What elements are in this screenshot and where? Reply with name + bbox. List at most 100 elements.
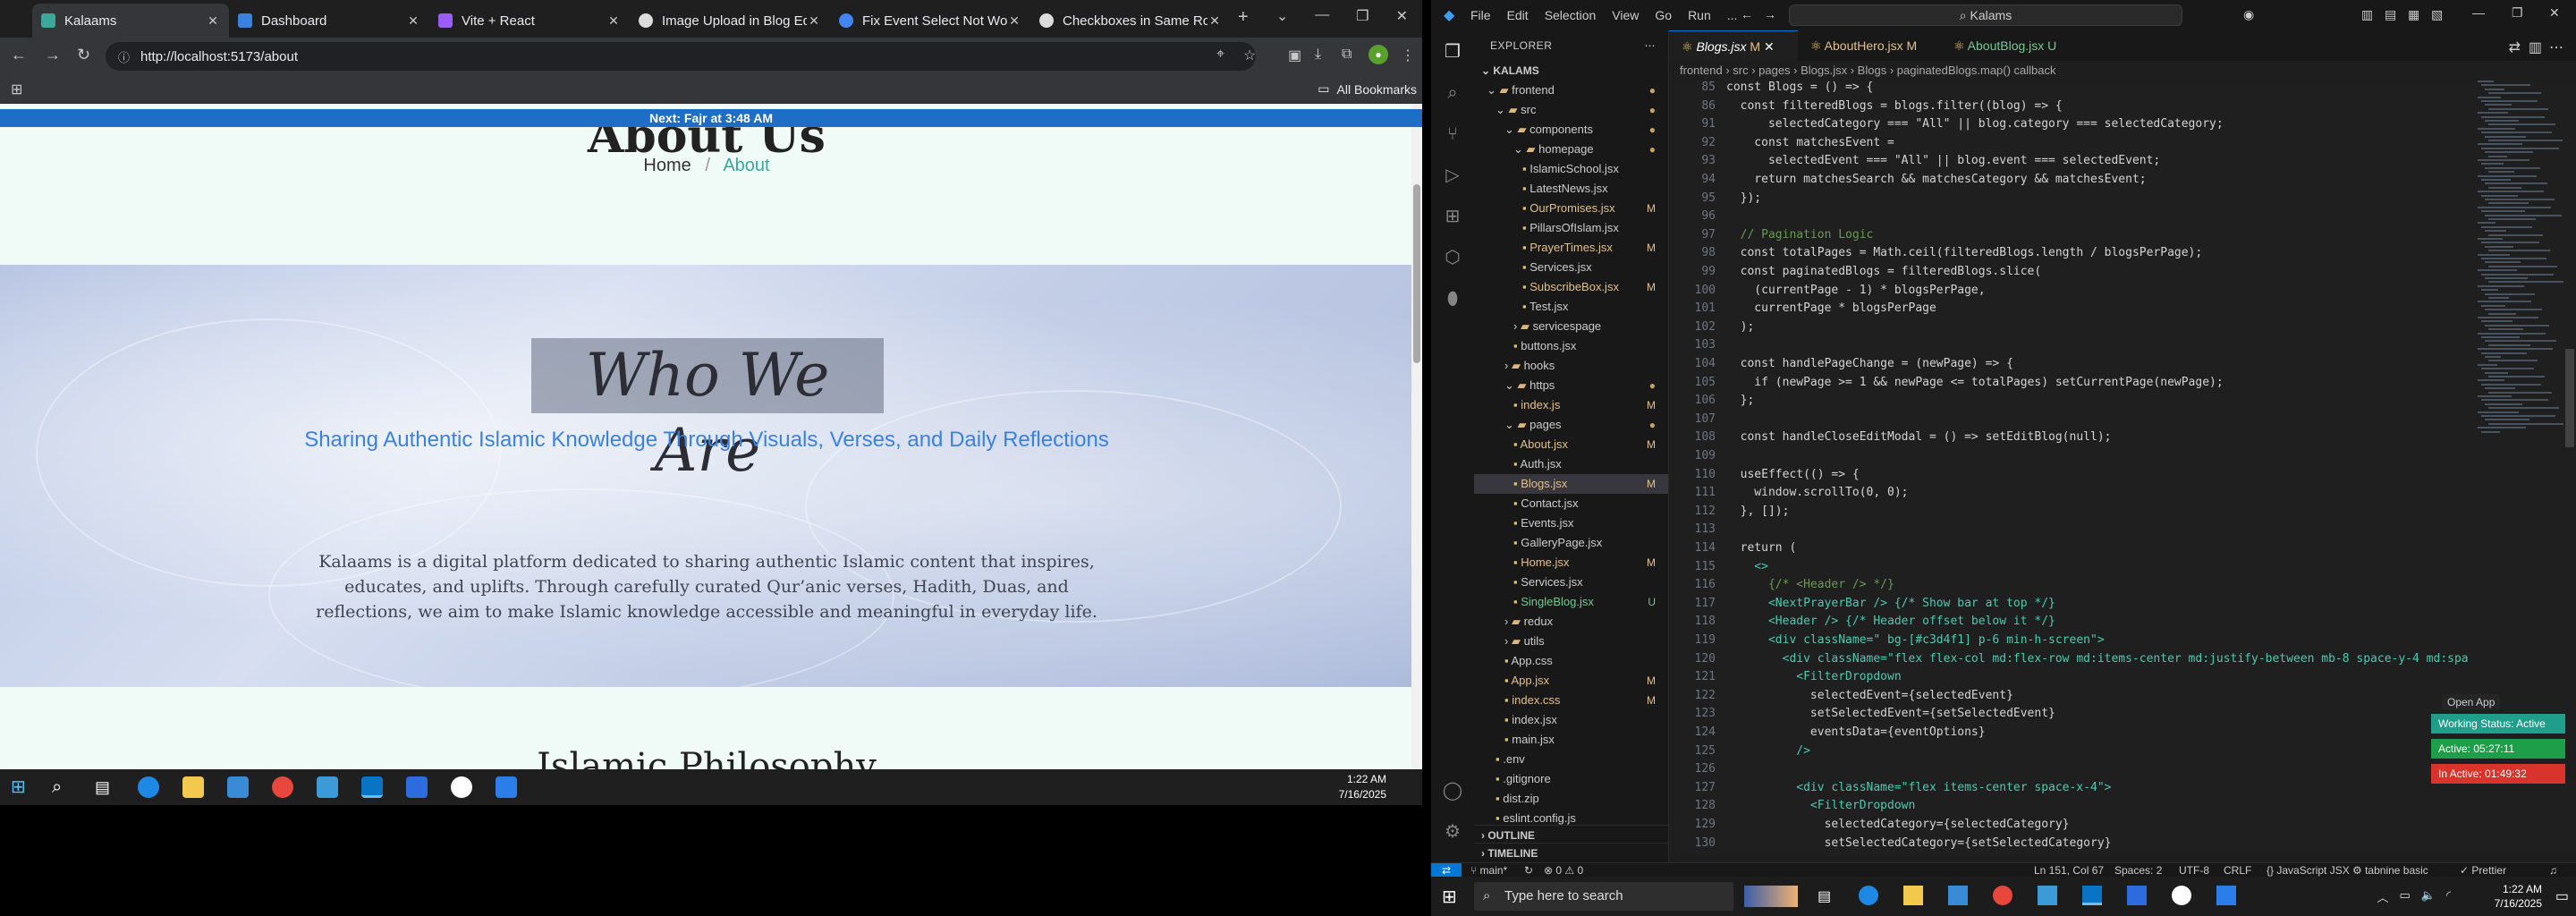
- location-icon[interactable]: ⌖: [1216, 47, 1224, 63]
- nav-forward-icon[interactable]: →: [1764, 7, 1776, 21]
- site-info-icon[interactable]: ⓘ: [118, 48, 130, 65]
- close-tab-icon[interactable]: ✕: [406, 13, 420, 29]
- close-tab-icon[interactable]: ✕: [206, 13, 220, 29]
- apps-grid-icon[interactable]: ⊞: [11, 81, 22, 98]
- vscode-alt-icon[interactable]: [2038, 886, 2057, 905]
- close-window-icon[interactable]: ✕: [1396, 7, 1408, 25]
- tree-item[interactable]: ▪ buttons.jsx: [1474, 336, 1668, 356]
- editor-breadcrumb[interactable]: frontend › src › pages › Blogs.jsx › Blo…: [1669, 61, 2576, 81]
- menu-go[interactable]: Go: [1655, 8, 1672, 22]
- manage-gear-icon[interactable]: ⚙: [1442, 821, 1463, 843]
- tree-item[interactable]: ▪ Contact.jsx: [1474, 494, 1668, 513]
- extension-icon[interactable]: ▣: [1288, 47, 1301, 64]
- vscode-alt-icon[interactable]: [317, 776, 338, 798]
- indentation[interactable]: Spaces: 2: [2114, 863, 2162, 877]
- address-bar[interactable]: ⓘ http://localhost:5173/about: [106, 42, 1256, 71]
- code-editor[interactable]: 85 const Blogs = () => {86 const filtered…: [1669, 81, 2576, 853]
- profile-avatar[interactable]: ●: [1368, 45, 1388, 64]
- open-app-button[interactable]: Open App: [2442, 694, 2501, 710]
- tree-item[interactable]: ▪ OurPromises.jsx M: [1474, 199, 1668, 218]
- close-tab-icon[interactable]: ✕: [807, 13, 821, 29]
- file-explorer-icon[interactable]: [182, 776, 204, 798]
- volume-icon[interactable]: 🔈: [2421, 888, 2436, 905]
- branch-status[interactable]: ⑂ main*: [1470, 863, 1507, 877]
- tray-chevron-icon[interactable]: ︿: [2377, 888, 2388, 905]
- tabnine-status[interactable]: ⚙ tabnine basic: [2352, 863, 2428, 877]
- tree-item[interactable]: ⌄ ▰ src ●: [1474, 100, 1668, 120]
- download-icon[interactable]: ⤓: [1315, 47, 1321, 63]
- tree-item[interactable]: ▪ index.js M: [1474, 395, 1668, 415]
- minimize-icon[interactable]: —: [1315, 7, 1329, 25]
- editor-tab-abouthero[interactable]: ⚛ AboutHero.jsx M: [1798, 30, 1941, 61]
- search-icon[interactable]: ⌕: [1442, 82, 1463, 104]
- run-debug-icon[interactable]: ▷: [1442, 165, 1463, 186]
- tree-item[interactable]: ▪ Events.jsx: [1474, 513, 1668, 533]
- wifi-icon[interactable]: ◜: [2446, 888, 2451, 905]
- tree-item[interactable]: ▪ Services.jsx: [1474, 258, 1668, 277]
- sync-icon[interactable]: ↻: [1524, 863, 1533, 877]
- tree-item[interactable]: ▪ IslamicSchool.jsx: [1474, 159, 1668, 179]
- notification-center-icon[interactable]: ▭: [2555, 887, 2569, 905]
- cursor-position[interactable]: Ln 151, Col 67: [2034, 863, 2104, 877]
- tree-item[interactable]: ▪ App.jsx M: [1474, 671, 1668, 691]
- tree-item[interactable]: ▪ PrayerTimes.jsx M: [1474, 238, 1668, 258]
- compare-icon[interactable]: ⇄: [2509, 38, 2521, 56]
- windows-start-icon[interactable]: ⊞: [1442, 886, 1457, 908]
- explorer-files-icon[interactable]: ❐: [1442, 41, 1463, 63]
- tab-kalaams[interactable]: Kalaams ✕: [32, 4, 229, 38]
- extensions-icon[interactable]: ⊞: [1442, 206, 1463, 227]
- tree-item[interactable]: ▪ Test.jsx: [1474, 297, 1668, 317]
- menu-run[interactable]: Run: [1688, 8, 1711, 22]
- taskbar-search[interactable]: ⌕ Type here to search: [1474, 882, 1733, 911]
- back-icon[interactable]: ←: [11, 46, 27, 64]
- toggle-sidebar-icon[interactable]: ▤: [2385, 7, 2396, 22]
- right-clock[interactable]: 1:22 AM 7/16/2025: [2495, 882, 2542, 911]
- left-clock[interactable]: 1:22 AM 7/16/2025: [1339, 772, 1386, 802]
- workspace-root[interactable]: ⌄ KALAMS: [1474, 61, 1668, 81]
- editor-scroll-thumb[interactable]: [2565, 349, 2574, 447]
- tree-item[interactable]: ⌄ ▰ homepage ●: [1474, 140, 1668, 159]
- tree-item[interactable]: › ▰ hooks: [1474, 356, 1668, 376]
- outline-section[interactable]: › OUTLINE: [1474, 825, 1669, 844]
- tab-search-icon[interactable]: ⌄: [1276, 7, 1288, 25]
- new-tab-icon[interactable]: +: [1238, 7, 1249, 28]
- breadcrumb-home[interactable]: Home: [643, 156, 691, 175]
- reload-icon[interactable]: ↻: [77, 46, 90, 64]
- active-time-card[interactable]: Active: 05:27:11: [2431, 739, 2565, 759]
- editor-tab-aboutblog[interactable]: ⚛ AboutBlog.jsx U: [1941, 30, 2084, 61]
- windows-start-icon[interactable]: ⊞: [11, 776, 32, 798]
- menu-view[interactable]: View: [1612, 8, 1639, 22]
- page-scrollbar[interactable]: [1411, 104, 1422, 769]
- bookmark-star-icon[interactable]: ☆: [1243, 47, 1256, 64]
- tree-item[interactable]: ⌄ ▰ frontend ●: [1474, 81, 1668, 100]
- tree-item[interactable]: › ▰ utils: [1474, 632, 1668, 651]
- copilot-icon[interactable]: ◉: [2243, 7, 2254, 22]
- tree-item[interactable]: ▪ main.jsx: [1474, 730, 1668, 750]
- close-window-icon[interactable]: ✕: [2549, 5, 2560, 21]
- store-icon[interactable]: [227, 776, 249, 798]
- tree-item[interactable]: ▪ .gitignore: [1474, 769, 1668, 789]
- editor-scrollbar[interactable]: [2563, 81, 2576, 853]
- nav-back-icon[interactable]: ←: [1741, 7, 1753, 21]
- tree-item[interactable]: ▪ SubscribeBox.jsx M: [1474, 277, 1668, 297]
- tree-item[interactable]: ▪ index.css M: [1474, 691, 1668, 710]
- tree-item[interactable]: › ▰ redux: [1474, 612, 1668, 632]
- chrome-menu-icon[interactable]: ⋮: [1401, 47, 1415, 64]
- database-icon[interactable]: ⬮: [1442, 288, 1463, 310]
- tree-item[interactable]: ▪ .env: [1474, 750, 1668, 769]
- inactive-time-card[interactable]: In Active: 01:49:32: [2431, 764, 2565, 784]
- app-blue-icon[interactable]: [496, 776, 517, 798]
- tab-image-upload[interactable]: Image Upload in Blog Editor ✕: [630, 4, 830, 38]
- zoom-icon[interactable]: [2127, 886, 2147, 905]
- prettier-status[interactable]: ✓ Prettier: [2460, 863, 2506, 877]
- problems-status[interactable]: ⊗ 0 ⚠ 0: [1544, 863, 1583, 877]
- tree-item[interactable]: ▪ SingleBlog.jsx U: [1474, 592, 1668, 612]
- layout-icon[interactable]: ▥: [2361, 7, 2373, 22]
- toggle-secondary-icon[interactable]: ▧: [2431, 7, 2443, 22]
- app-circle-icon[interactable]: [2172, 886, 2191, 905]
- notifications-icon[interactable]: ♫: [2549, 863, 2557, 877]
- language-mode[interactable]: {} JavaScript JSX: [2267, 863, 2350, 877]
- remote-indicator-icon[interactable]: ⇄: [1431, 863, 1462, 877]
- working-status-card[interactable]: Working Status: Active: [2431, 714, 2565, 734]
- menu-edit[interactable]: Edit: [1507, 8, 1529, 22]
